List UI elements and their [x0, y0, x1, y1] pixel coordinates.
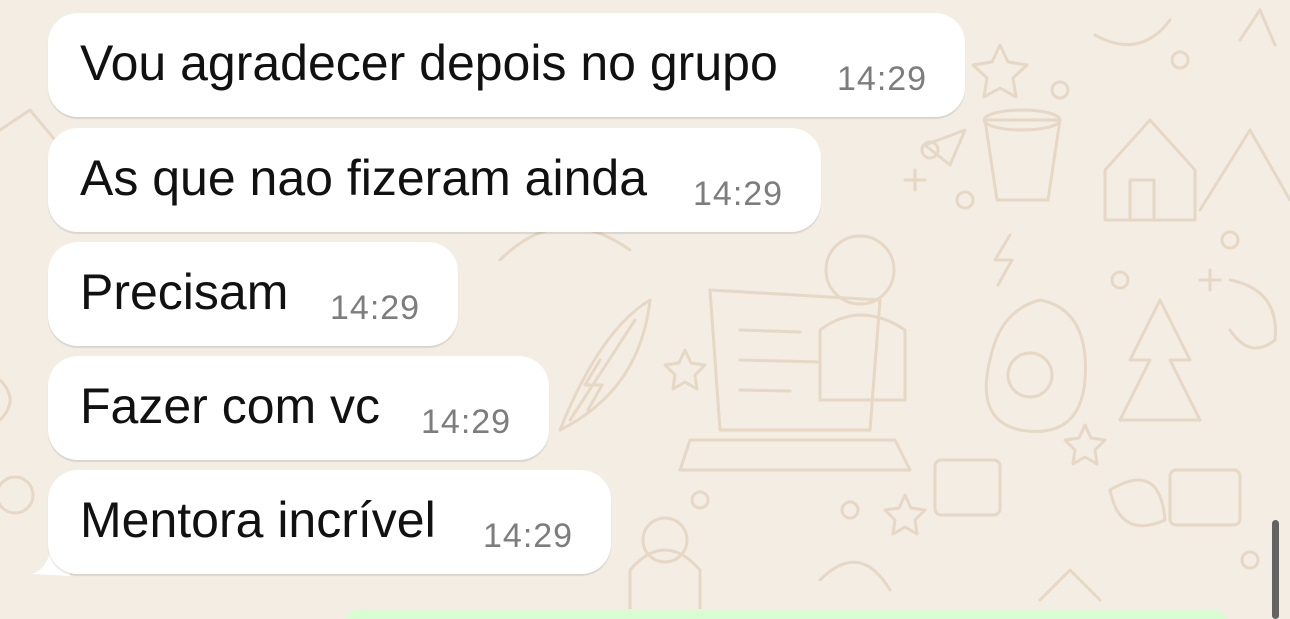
message-bubble[interactable]: Precisam 14:29 [48, 242, 458, 346]
message-text: As que nao fizeram ainda [80, 150, 648, 206]
message-time: 14:29 [330, 289, 421, 327]
message-bubble[interactable]: Mentora incrível 14:29 [48, 470, 611, 574]
message-bubble[interactable]: Vou agradecer depois no grupo 14:29 [48, 13, 965, 117]
message-bubble[interactable]: As que nao fizeram ainda 14:29 [48, 128, 821, 232]
message-text: Precisam [80, 264, 289, 320]
outgoing-message-bubble[interactable] [344, 609, 1228, 619]
message-bubble[interactable]: Fazer com vc 14:29 [48, 356, 549, 460]
message-time: 14:29 [483, 517, 574, 555]
message-text: Fazer com vc [80, 378, 381, 434]
message-time: 14:29 [421, 403, 512, 441]
message-time: 14:29 [837, 60, 928, 98]
message-text: Vou agradecer depois no grupo [80, 35, 778, 91]
scrollbar[interactable] [1272, 520, 1279, 619]
message-time: 14:29 [693, 175, 784, 213]
message-text: Mentora incrível [80, 492, 436, 548]
